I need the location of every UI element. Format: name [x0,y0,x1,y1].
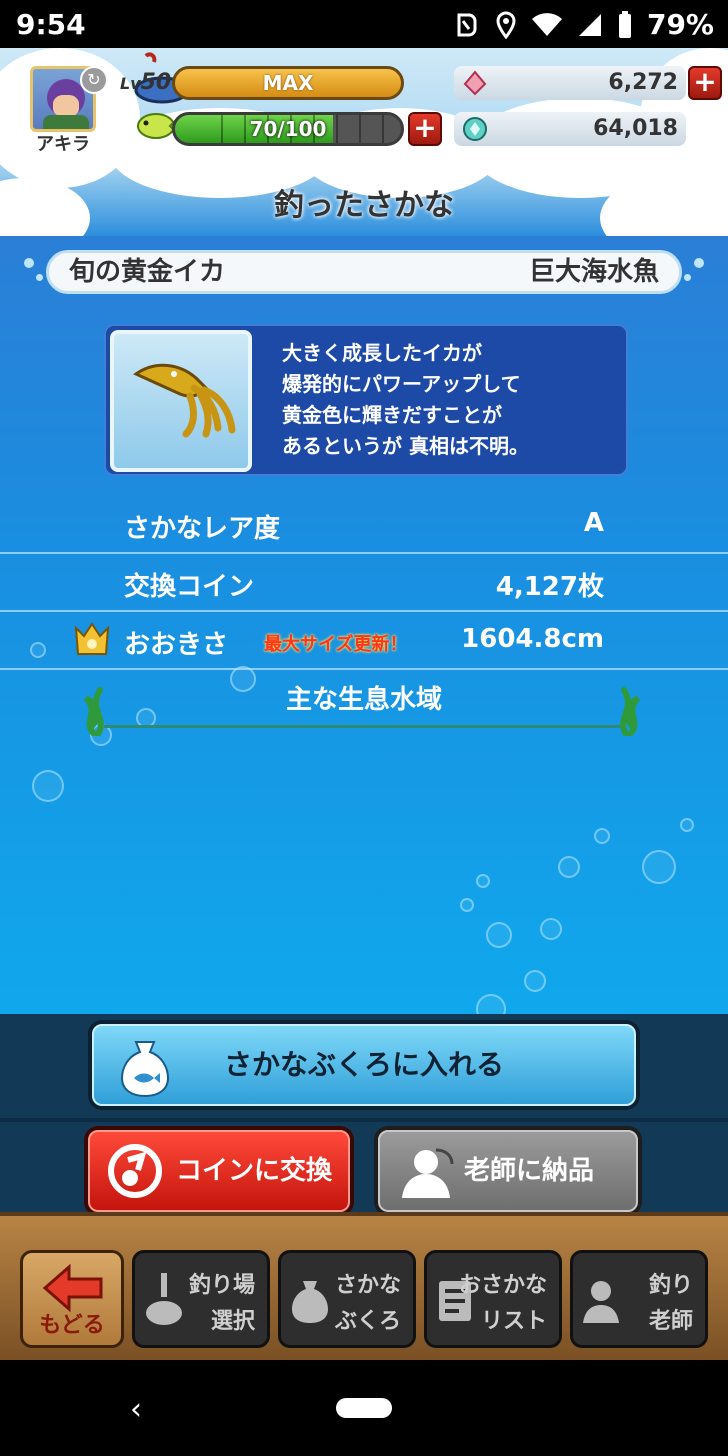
coin-label: 交換コイン [124,572,255,602]
nav-label: 釣り場 [188,1273,255,1298]
coin-count: 64,018 [593,116,678,141]
battery-icon [618,10,631,38]
status-bar: 9:54 79% [0,0,728,48]
put-in-bag-label: さかなぶくろに入れる [223,1048,504,1081]
add-stamina-button[interactable]: + [408,112,442,146]
coin-counter: 64,018 [454,112,686,146]
system-home-button[interactable] [336,1398,392,1418]
exchange-coins-button[interactable]: コインに交換 [84,1126,354,1216]
nav-label: おさかな [458,1273,547,1298]
description-line: あるというが 真相は不明。 [282,434,529,458]
fish-description: 大きく成長したイカが 爆発的にパワーアップして 黄金色に輝きだすことが あるとい… [282,338,622,462]
divider [0,1118,728,1122]
habitat-header: 主な生息水域 [104,676,624,728]
nav-fishing-teacher[interactable]: 釣り 老師 [570,1250,708,1348]
nav-fish-list[interactable]: おさかな リスト [424,1250,562,1348]
rarity-value: A [583,508,604,538]
nav-label: さかな [334,1273,401,1298]
nav-label: ぶくろ [334,1309,401,1334]
coin-row: 交換コイン 4,127枚 [0,554,728,612]
description-line: 黄金色に輝きだすことが [282,403,502,427]
fish-detail-panel: 旬の黄金イカ 巨大海水魚 大きく成長したイカが 爆発的にパワーアップして 黄金色… [0,236,728,1014]
wifi-icon [531,12,562,36]
coin-value: 4,127枚 [495,572,604,602]
size-label: おおきさ [124,630,229,660]
gem-count: 6,272 [608,70,678,95]
size-row: おおきさ 最大サイズ更新！ 1604.8cm [0,612,728,670]
float-icon [146,1273,182,1325]
crown-icon [74,622,110,655]
nav-label: リスト [480,1309,547,1334]
bottom-nav: もどる 釣り場 選択 さかな ぶくろ おさかな リスト 釣り 老師 [0,1212,728,1360]
rarity-label: さかなレア度 [124,514,281,544]
put-in-bag-button[interactable]: さかなぶくろに入れる [88,1020,640,1110]
switch-character-icon[interactable]: ↻ [80,66,108,94]
fish-category: 巨大海水魚 [528,257,659,287]
rarity-row: さかなレア度 A [0,496,728,554]
fish-description-box: 大きく成長したイカが 爆発的にパワーアップして 黄金色に輝きだすことが あるとい… [104,324,628,476]
back-button[interactable]: もどる [20,1250,124,1348]
exchange-coins-label: コインに交換 [176,1156,333,1186]
status-time: 9:54 [16,8,86,41]
fish-name: 旬の黄金イカ [69,257,226,287]
deliver-to-teacher-button[interactable]: 老師に納品 [374,1126,642,1216]
battery-percent: 79% [646,8,714,41]
exchange-icon [108,1144,162,1198]
fish-bag-icon [120,1041,170,1098]
deliver-label: 老師に納品 [464,1156,595,1186]
add-gems-button[interactable]: + [688,66,722,100]
nav-label: 老師 [648,1309,693,1334]
character-name: アキラ [36,134,90,155]
system-back-icon[interactable]: ‹ [130,1392,142,1427]
level-value: 50 [140,70,172,95]
gem-icon [463,70,487,96]
description-line: 爆発的にパワーアップして [282,372,521,396]
seaweed-right-icon [620,687,641,736]
size-value: 1604.8cm [461,624,604,654]
signal-icon [578,13,601,36]
nav-fish-bag[interactable]: さかな ぶくろ [278,1250,416,1348]
bag-icon [292,1281,328,1323]
stamina-text: 70/100 [249,117,327,141]
exp-bar: MAX [172,66,404,100]
gem-counter: 6,272 [454,66,686,100]
nfc-icon [457,13,477,36]
fish-name-bar: 旬の黄金イカ 巨大海水魚 [46,250,682,294]
golden-squid-icon [132,363,236,438]
nav-fishing-spot[interactable]: 釣り場 選択 [132,1250,270,1348]
back-arrow-icon [42,1263,103,1313]
nav-label: 釣り [648,1273,693,1298]
system-nav-bar: ‹ [0,1360,728,1456]
fish-image [110,330,252,472]
new-record-badge: 最大サイズ更新！ [264,634,408,655]
nav-label: 選択 [210,1309,255,1334]
back-label: もどる [39,1313,105,1338]
teacher-nav-icon [583,1281,619,1323]
location-icon [496,10,516,39]
level-prefix: Lv [120,74,141,93]
coin-icon [463,117,487,141]
level-badge: Lv50 [120,70,171,95]
description-line: 大きく成長したイカが [282,341,482,365]
teacher-icon [402,1148,454,1198]
stamina-bar: 70/100 [172,112,404,146]
page-title: 釣ったさかな [274,188,454,223]
